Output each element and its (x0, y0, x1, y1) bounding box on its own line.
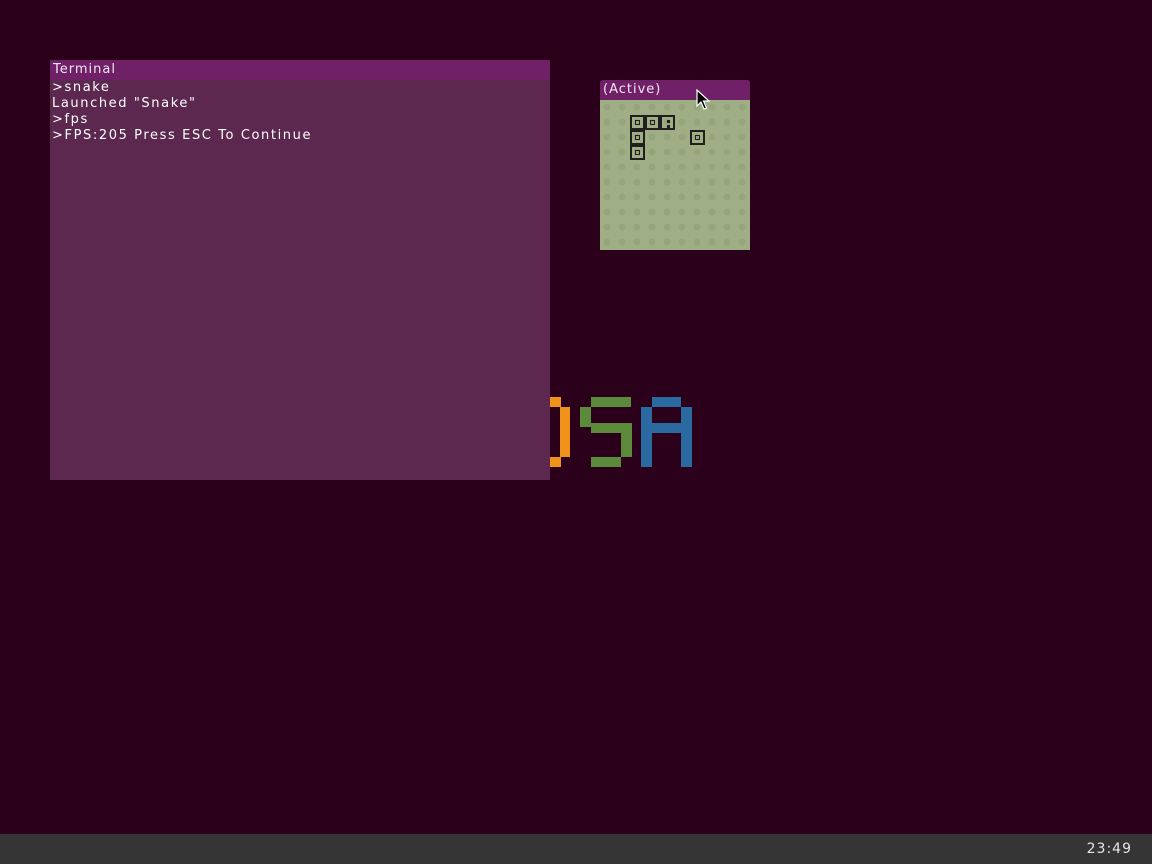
arrow-cursor-icon (696, 89, 710, 110)
snake-window[interactable]: (Active) (600, 80, 750, 250)
terminal-output[interactable]: >snake Launched "Snake" >fps >FPS:205 Press… (50, 80, 550, 144)
terminal-line: >snake (52, 80, 111, 95)
logo-letter-o (550, 397, 570, 467)
snake-head (660, 115, 675, 130)
snake-body-segment (645, 115, 660, 130)
desktop: Terminal >snake Launched "Snake" >fps >FPS:… (0, 0, 1152, 834)
snake-body-segment (630, 145, 645, 160)
snake-food (690, 130, 705, 145)
logo-letter-a (641, 397, 692, 467)
snake-body-segment (630, 115, 645, 130)
terminal-title: Terminal (53, 62, 116, 77)
snake-titlebar[interactable]: (Active) (600, 80, 750, 100)
taskbar-clock: 23:49 (1086, 841, 1132, 857)
logo-letter-s (580, 397, 632, 467)
snake-window-title: (Active) (603, 82, 662, 97)
terminal-line: >FPS:205 Press ESC To Continue (52, 128, 313, 143)
terminal-line: >fps (52, 112, 89, 127)
terminal-titlebar[interactable]: Terminal (50, 60, 550, 80)
taskbar: 23:49 (0, 834, 1152, 864)
snake-body-segment (630, 130, 645, 145)
terminal-line: Launched "Snake" (52, 96, 197, 111)
terminal-window[interactable]: Terminal >snake Launched "Snake" >fps >FPS:… (50, 60, 550, 480)
snake-game-board[interactable] (600, 100, 750, 250)
